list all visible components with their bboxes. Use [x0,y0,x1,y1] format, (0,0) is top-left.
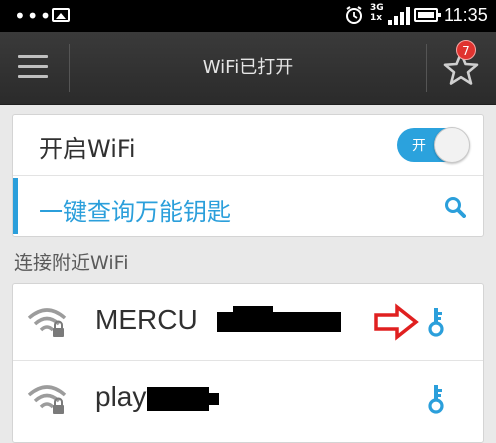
network-list: MERCU play [12,283,484,443]
redaction-block [147,387,209,411]
top-toolbar: WiFi已打开 7 [0,32,496,105]
wifi-toggle-label: 开启WiFi [39,135,136,163]
redaction-block [217,312,341,332]
battery-icon [414,8,441,22]
master-key-search-row[interactable]: 一键查询万能钥匙 [13,176,483,236]
notification-dots-icon: ••• [14,4,53,28]
redaction-block [233,306,273,314]
menu-icon[interactable] [18,53,48,81]
network-type-label: 3G 1x [370,3,384,23]
wifi-settings-card: 开启WiFi 开 一键查询万能钥匙 [12,114,484,237]
red-arrow-annotation [374,303,419,341]
status-time: 11:35 [444,5,488,25]
redaction-block [203,393,219,405]
page-title: WiFi已打开 [202,57,294,78]
signal-icon [388,7,410,25]
wifi-toggle-row: 开启WiFi 开 [13,115,483,176]
wifi-locked-icon [27,385,67,414]
key-icon[interactable] [427,383,445,415]
nearby-wifi-header: 连接附近WiFi [14,252,129,274]
search-icon[interactable] [444,196,466,218]
network-row[interactable]: MERCU [13,284,483,361]
master-key-label: 一键查询万能钥匙 [39,198,231,226]
network-ssid: play [95,381,147,412]
alarm-icon [346,6,362,24]
toolbar-divider [426,44,427,92]
network-ssid: MERCU [95,304,198,335]
image-notification-icon [52,8,70,22]
network-row[interactable]: play [13,361,483,437]
accent-bar [13,178,18,234]
status-bar: ••• 3G 1x 11:35 [0,0,496,32]
switch-on-label: 开 [412,138,426,154]
key-icon[interactable] [427,306,445,338]
wifi-locked-icon [27,308,67,337]
notification-badge: 7 [456,40,476,60]
wifi-switch[interactable]: 开 [397,127,470,163]
switch-knob [434,127,470,163]
